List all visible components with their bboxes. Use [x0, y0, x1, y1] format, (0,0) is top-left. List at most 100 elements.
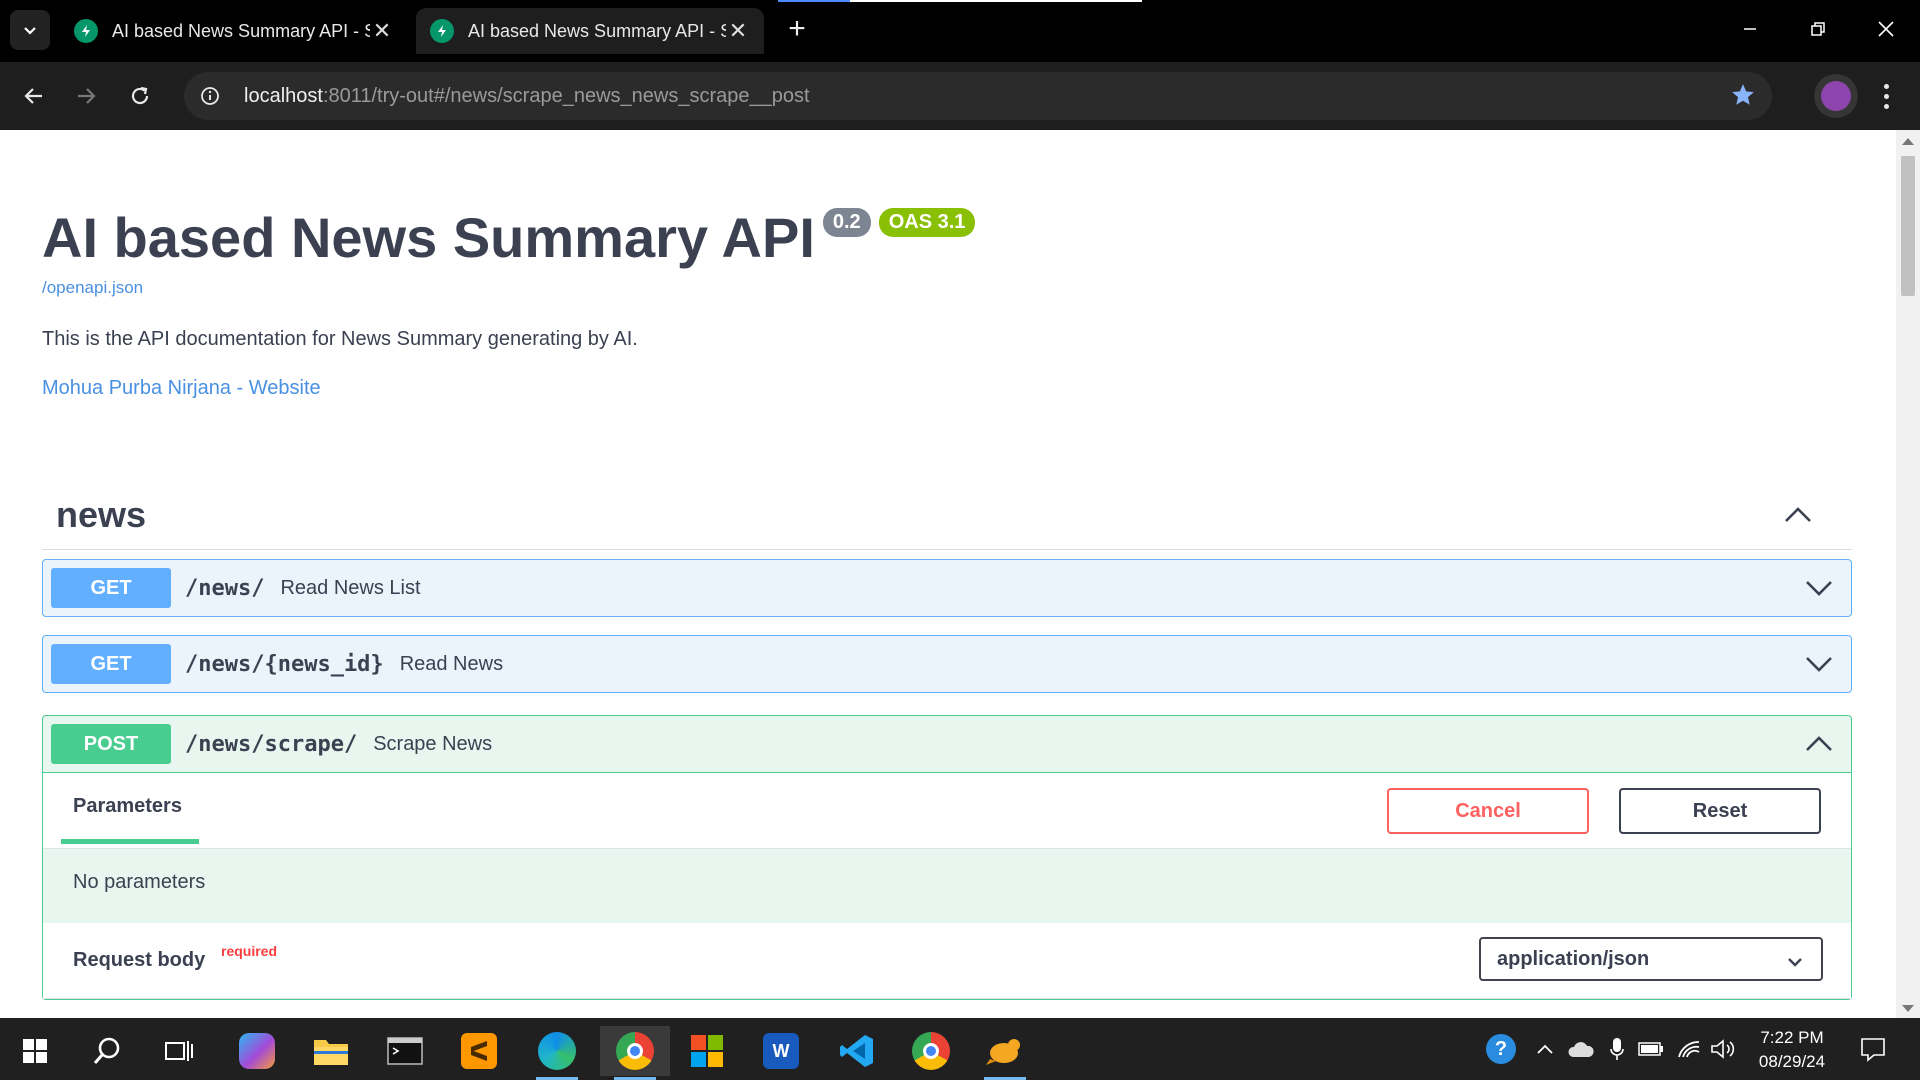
method-badge: GET	[51, 568, 171, 608]
operation-path: /news/scrape/	[185, 731, 358, 757]
clock-date: 08/29/24	[1758, 1052, 1826, 1071]
reset-button[interactable]: Reset	[1619, 788, 1821, 834]
task-view-button[interactable]	[148, 1026, 210, 1076]
minimize-button[interactable]	[1716, 0, 1784, 58]
tag-header-news[interactable]: news	[42, 480, 1852, 550]
chevron-down-icon	[24, 27, 36, 35]
profile-avatar[interactable]	[1814, 74, 1858, 118]
chevron-down-icon[interactable]	[1805, 574, 1833, 602]
chevron-down-icon	[1787, 951, 1803, 974]
site-info-icon[interactable]	[194, 80, 226, 112]
chrome-app-active[interactable]	[600, 1026, 670, 1080]
start-button[interactable]	[4, 1026, 66, 1076]
onedrive-icon[interactable]	[1566, 1034, 1596, 1064]
search-icon	[93, 1037, 120, 1064]
reload-button[interactable]	[120, 76, 160, 116]
vscode-icon	[840, 1035, 873, 1067]
scroll-up-arrow-icon[interactable]	[1902, 138, 1914, 145]
dbeaver-app[interactable]	[974, 1026, 1036, 1080]
battery-icon[interactable]	[1636, 1034, 1666, 1064]
help-tray-icon[interactable]: ?	[1486, 1034, 1516, 1064]
page-scrollbar[interactable]	[1896, 130, 1920, 1018]
tag-name: news	[56, 493, 147, 535]
ms-store-app[interactable]	[676, 1026, 738, 1076]
browser-menu-icon[interactable]	[1872, 76, 1900, 116]
minimize-icon	[1744, 28, 1756, 30]
chevron-up-icon[interactable]	[1784, 501, 1812, 529]
swagger-page: AI based News Summary API 0.2 OAS 3.1 /o…	[0, 130, 1896, 1018]
arrow-right-icon	[78, 88, 96, 104]
clock-time: 7:22 PM	[1760, 1028, 1824, 1047]
chrome-icon	[616, 1032, 654, 1070]
fastapi-favicon-icon	[430, 19, 454, 43]
file-explorer-app[interactable]	[300, 1026, 362, 1076]
chrome-profile-app[interactable]	[900, 1026, 962, 1076]
url-text: localhost:8011/try-out#/news/scrape_news…	[244, 85, 810, 108]
tab-underline	[61, 839, 199, 844]
operation-path: /news/{news_id}	[185, 651, 384, 677]
address-bar[interactable]: localhost:8011/try-out#/news/scrape_news…	[184, 72, 1772, 120]
wifi-icon[interactable]	[1674, 1034, 1704, 1064]
url-path: :8011/try-out#/news/scrape_news_news_scr…	[322, 84, 810, 107]
openapi-json-link[interactable]: /openapi.json	[42, 278, 975, 298]
search-button[interactable]	[76, 1026, 138, 1076]
cancel-button[interactable]: Cancel	[1387, 788, 1589, 834]
close-tab-icon[interactable]: ✕	[726, 18, 750, 44]
task-view-icon	[165, 1041, 193, 1061]
no-parameters-text: No parameters	[43, 849, 1851, 923]
required-marker: required	[221, 943, 278, 959]
word-app[interactable]: W	[750, 1026, 812, 1076]
parameters-header: Parameters Cancel Reset	[43, 773, 1851, 849]
bookmark-star-icon[interactable]	[1730, 82, 1756, 113]
vscode-app[interactable]	[826, 1026, 888, 1076]
browser-tab-2-active[interactable]: AI based News Summary API - S ✕	[416, 8, 764, 54]
restore-button[interactable]	[1784, 0, 1852, 58]
sublime-text-app[interactable]	[448, 1026, 510, 1076]
url-host: localhost	[244, 84, 323, 107]
back-button[interactable]	[14, 76, 54, 116]
close-window-button[interactable]	[1852, 0, 1920, 58]
terminal-app[interactable]	[374, 1026, 436, 1076]
close-tab-icon[interactable]: ✕	[370, 18, 394, 44]
api-info: AI based News Summary API 0.2 OAS 3.1 /o…	[42, 206, 976, 400]
close-icon	[1878, 21, 1894, 37]
api-description: This is the API documentation for News S…	[42, 328, 638, 350]
browser-tab-1[interactable]: AI based News Summary API - S ✕	[60, 8, 408, 54]
request-body-header: Request body required application/json	[43, 923, 1851, 999]
terminal-icon	[387, 1037, 423, 1065]
operation-get-news-list[interactable]: GET /news/ Read News List	[42, 559, 1852, 617]
tab-search-button[interactable]	[10, 10, 50, 50]
volume-icon[interactable]	[1708, 1034, 1738, 1064]
content-type-value: application/json	[1497, 948, 1650, 970]
scroll-down-arrow-icon[interactable]	[1902, 1005, 1914, 1012]
operation-summary-bar[interactable]: POST /news/scrape/ Scrape News	[43, 716, 1851, 773]
edge-icon	[538, 1032, 576, 1070]
tab-title: AI based News Summary API - S	[468, 20, 726, 41]
new-tab-button[interactable]: +	[780, 14, 814, 48]
beaver-icon	[986, 1039, 1020, 1065]
fastapi-favicon-icon	[74, 19, 98, 43]
copilot-icon	[239, 1033, 275, 1069]
microphone-icon[interactable]	[1602, 1034, 1632, 1064]
notifications-icon[interactable]	[1856, 1032, 1890, 1066]
tab-parameters[interactable]: Parameters	[73, 795, 182, 818]
windows-logo-icon	[23, 1039, 47, 1063]
oas-badge: OAS 3.1	[878, 208, 976, 237]
chevron-up-icon[interactable]	[1805, 730, 1833, 758]
edge-app[interactable]	[526, 1026, 588, 1080]
chrome-icon	[912, 1032, 950, 1070]
forward-button[interactable]	[66, 76, 106, 116]
sublime-icon	[461, 1033, 497, 1069]
scrollbar-thumb[interactable]	[1901, 156, 1915, 296]
content-type-select[interactable]: application/json	[1479, 937, 1823, 981]
copilot-app[interactable]	[226, 1026, 288, 1076]
contact-website-link[interactable]: Mohua Purba Nirjana - Website	[42, 377, 975, 400]
chevron-down-icon[interactable]	[1805, 650, 1833, 678]
operation-post-scrape-news: POST /news/scrape/ Scrape News Parameter…	[42, 715, 1852, 1000]
tab-loading-bar	[778, 0, 1142, 2]
chevron-up-icon[interactable]	[1530, 1034, 1560, 1064]
operation-get-news-by-id[interactable]: GET /news/{news_id} Read News	[42, 635, 1852, 693]
browser-tab-bar: AI based News Summary API - S ✕ AI based…	[0, 0, 1920, 62]
browser-toolbar: localhost:8011/try-out#/news/scrape_news…	[0, 62, 1920, 130]
taskbar-clock[interactable]: 7:22 PM 08/29/24	[1742, 1026, 1842, 1074]
